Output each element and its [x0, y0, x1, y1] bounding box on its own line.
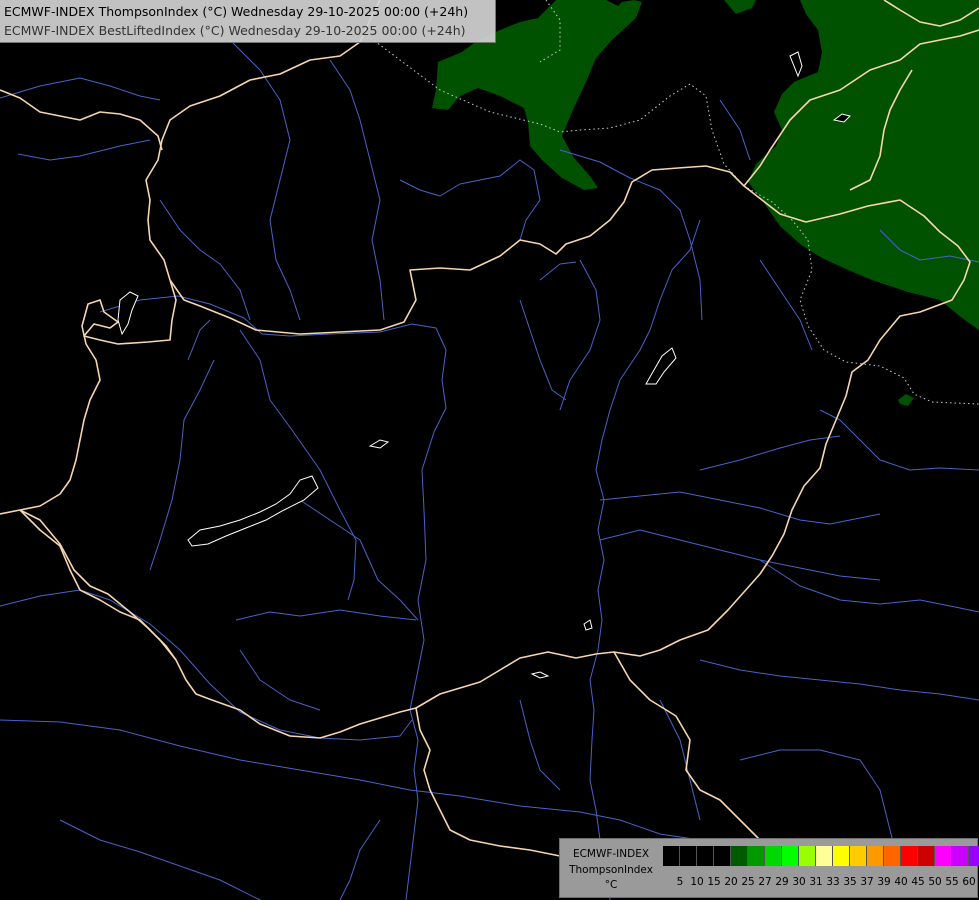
- legend-tick-label: 55: [945, 876, 959, 888]
- legend-swatch: [884, 846, 901, 866]
- legend-swatch: [697, 846, 714, 866]
- legend-swatch: [918, 846, 935, 866]
- legend-swatch: [867, 846, 884, 866]
- legend-tick-label: 15: [707, 876, 721, 888]
- legend-swatch: [952, 846, 969, 866]
- legend-tick-label: 37: [860, 876, 874, 888]
- legend-swatch: [663, 846, 680, 866]
- legend-swatch: [969, 846, 979, 866]
- legend-tick-label: 5: [676, 876, 684, 888]
- legend-swatches: [663, 846, 979, 866]
- legend-tick-label: 25: [741, 876, 755, 888]
- legend-swatch: [748, 846, 765, 866]
- legend-tick-label: 29: [775, 876, 789, 888]
- legend-swatch: [833, 846, 850, 866]
- legend-tick-label: 27: [758, 876, 772, 888]
- weather-map: [0, 0, 979, 900]
- legend-swatch: [680, 846, 697, 866]
- legend-swatch: [901, 846, 918, 866]
- legend-swatch: [850, 846, 867, 866]
- legend-tick-label: 39: [877, 876, 891, 888]
- legend-swatch: [799, 846, 816, 866]
- title-primary: ECMWF-INDEX ThompsonIndex (°C) Wednesday…: [4, 4, 469, 19]
- legend-tick-label: 35: [843, 876, 857, 888]
- color-legend: ECMWF-INDEX ThompsonIndex °C 5 10 15 20 25 27…: [559, 838, 979, 898]
- legend-tick-label: 30: [792, 876, 806, 888]
- legend-tick-label: 45: [911, 876, 925, 888]
- legend-swatch: [765, 846, 782, 866]
- legend-tick-label: 10: [690, 876, 704, 888]
- legend-tick-label: 33: [826, 876, 840, 888]
- legend-tick-label: 60: [962, 876, 976, 888]
- legend-model: ECMWF-INDEX: [572, 848, 650, 860]
- legend-tick-label: 40: [894, 876, 908, 888]
- legend-swatch: [731, 846, 748, 866]
- legend-unit: °C: [604, 879, 618, 891]
- legend-tick-label: 20: [724, 876, 738, 888]
- legend-swatch: [714, 846, 731, 866]
- legend-swatch: [782, 846, 799, 866]
- legend-swatch: [935, 846, 952, 866]
- legend-tick-label: 31: [809, 876, 823, 888]
- legend-tick-label: 50: [928, 876, 942, 888]
- map-title-box: ECMWF-INDEX ThompsonIndex (°C) Wednesday…: [0, 0, 496, 43]
- title-secondary: ECMWF-INDEX BestLiftedIndex (°C) Wednesd…: [4, 23, 466, 38]
- legend-swatch: [816, 846, 833, 866]
- legend-parameter: ThompsonIndex: [569, 864, 653, 876]
